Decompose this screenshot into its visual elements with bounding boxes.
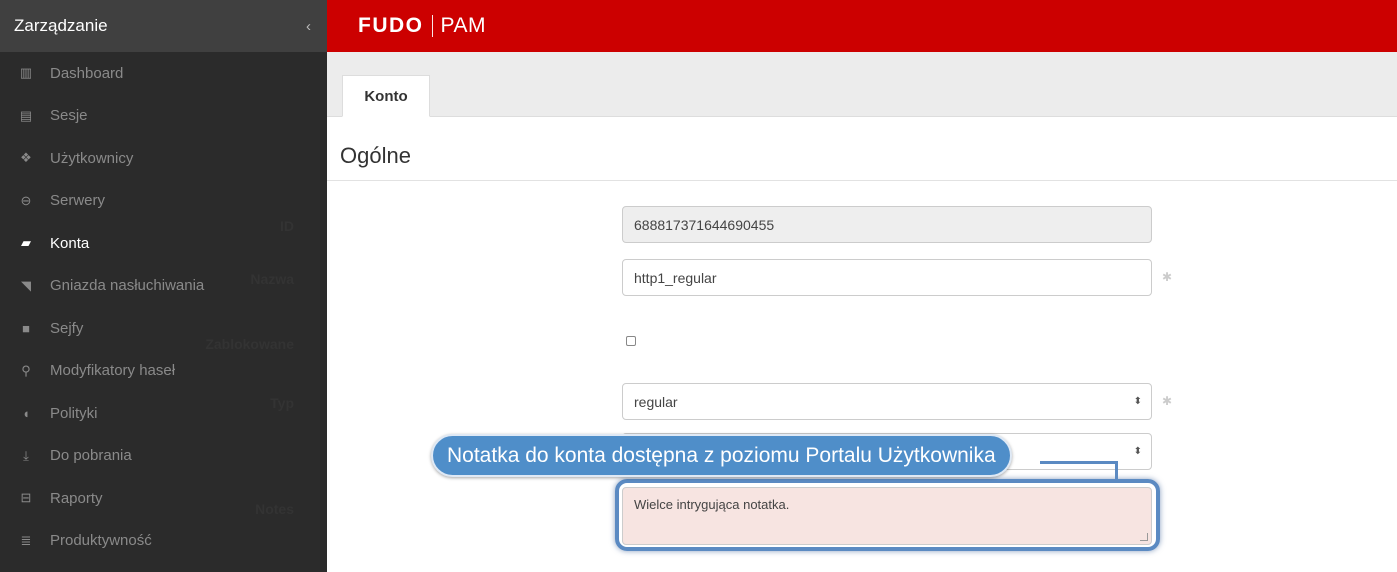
sidebar-item-label: Dashboard — [50, 64, 124, 82]
section-title: Ogólne — [340, 143, 411, 168]
annotation-connector — [1115, 461, 1118, 481]
top-bar: FUDO PAM — [327, 0, 1397, 52]
sidebar-item-label: Raporty — [50, 489, 103, 507]
safe-icon: ■ — [22, 320, 30, 336]
sidebar-item-modyfikatory[interactable]: ⚲ Modyfikatory haseł — [0, 350, 327, 393]
brand-logo-pam: PAM — [440, 14, 486, 37]
bar-chart-icon: ▥ — [19, 65, 33, 81]
name-input[interactable]: http1_regular — [622, 259, 1152, 296]
sidebar-item-label: Polityki — [50, 404, 98, 422]
sidebar-item-uzytkownicy[interactable]: ❖ Użytkownicy — [0, 137, 327, 180]
notes-label: Notes — [255, 501, 294, 517]
sitemap-icon: ⚲ — [21, 362, 31, 378]
sidebar-item-label: Produktywność — [50, 532, 152, 550]
sidebar-item-label: Użytkownicy — [50, 149, 134, 167]
sidebar-item-label: Sejfy — [50, 319, 84, 337]
select-arrows-icon: ⬍ — [1133, 445, 1142, 457]
sidebar-item-do-pobrania[interactable]: ⤓ Do pobrania — [0, 435, 327, 478]
rss-icon: ◥ — [21, 277, 31, 293]
download-icon: ⤓ — [23, 447, 29, 463]
name-label: Nazwa — [250, 271, 294, 287]
sidebar-header: Zarządzanie ‹ — [0, 0, 327, 52]
sidebar-item-label: Konta — [50, 234, 90, 252]
sidebar-item-label: Gniazda nasłuchiwania — [50, 277, 205, 295]
shield-icon: ◖ — [22, 405, 30, 421]
locked-label: Zablokowane — [205, 336, 294, 352]
film-icon: ▤ — [19, 107, 33, 123]
brand-divider — [431, 15, 433, 37]
tab-bar: Konto — [327, 52, 1397, 117]
brand-logo-fudo: FUDO — [358, 14, 424, 37]
collapse-sidebar-icon[interactable]: ‹ — [306, 18, 311, 35]
tab-konto[interactable]: Konto — [342, 75, 430, 117]
select-arrows-icon: ⬍ — [1133, 395, 1142, 407]
book-icon: ▰ — [21, 235, 31, 251]
print-icon: ⊟ — [20, 490, 32, 506]
users-icon: ❖ — [20, 150, 32, 166]
list-icon: ≣ — [20, 532, 32, 548]
sidebar-item-label: Do pobrania — [50, 447, 132, 465]
sidebar-item-serwery[interactable]: ⊖ Serwery — [0, 180, 327, 223]
required-asterisk-icon: ✱ — [1162, 394, 1173, 408]
id-field: 688817371644690455 — [622, 206, 1152, 243]
sidebar-title: Zarządzanie — [14, 16, 108, 35]
sidebar-item-konta[interactable]: ▰ Konta — [0, 222, 327, 265]
sidebar-nav: ▥ Dashboard ▤ Sesje ❖ Użytkownicy ⊖ Serw… — [0, 52, 327, 562]
annotation-callout: Notatka do konta dostępna z poziomu Port… — [431, 434, 1012, 477]
id-label: ID — [280, 218, 294, 234]
sidebar-item-sesje[interactable]: ▤ Sesje — [0, 95, 327, 138]
annotation-highlight — [615, 479, 1160, 551]
type-select-value: regular — [634, 393, 678, 410]
required-asterisk-icon: ✱ — [1162, 270, 1173, 284]
sidebar-item-dashboard[interactable]: ▥ Dashboard — [0, 52, 327, 95]
sidebar-item-label: Serwery — [50, 192, 106, 210]
type-select[interactable]: regular ⬍ — [622, 383, 1152, 420]
main-content: Konto Ogólne ID 688817371644690455 Nazwa… — [205, 52, 1397, 572]
type-label: Typ — [270, 395, 294, 411]
sidebar-item-produktywnosc[interactable]: ≣ Produktywność — [0, 520, 327, 563]
section-divider — [327, 180, 1397, 181]
sidebar-item-label: Modyfikatory haseł — [50, 362, 176, 380]
annotation-connector — [1040, 461, 1118, 464]
server-icon: ⊖ — [20, 192, 32, 208]
sidebar-item-label: Sesje — [50, 107, 88, 125]
locked-checkbox[interactable] — [626, 336, 636, 346]
